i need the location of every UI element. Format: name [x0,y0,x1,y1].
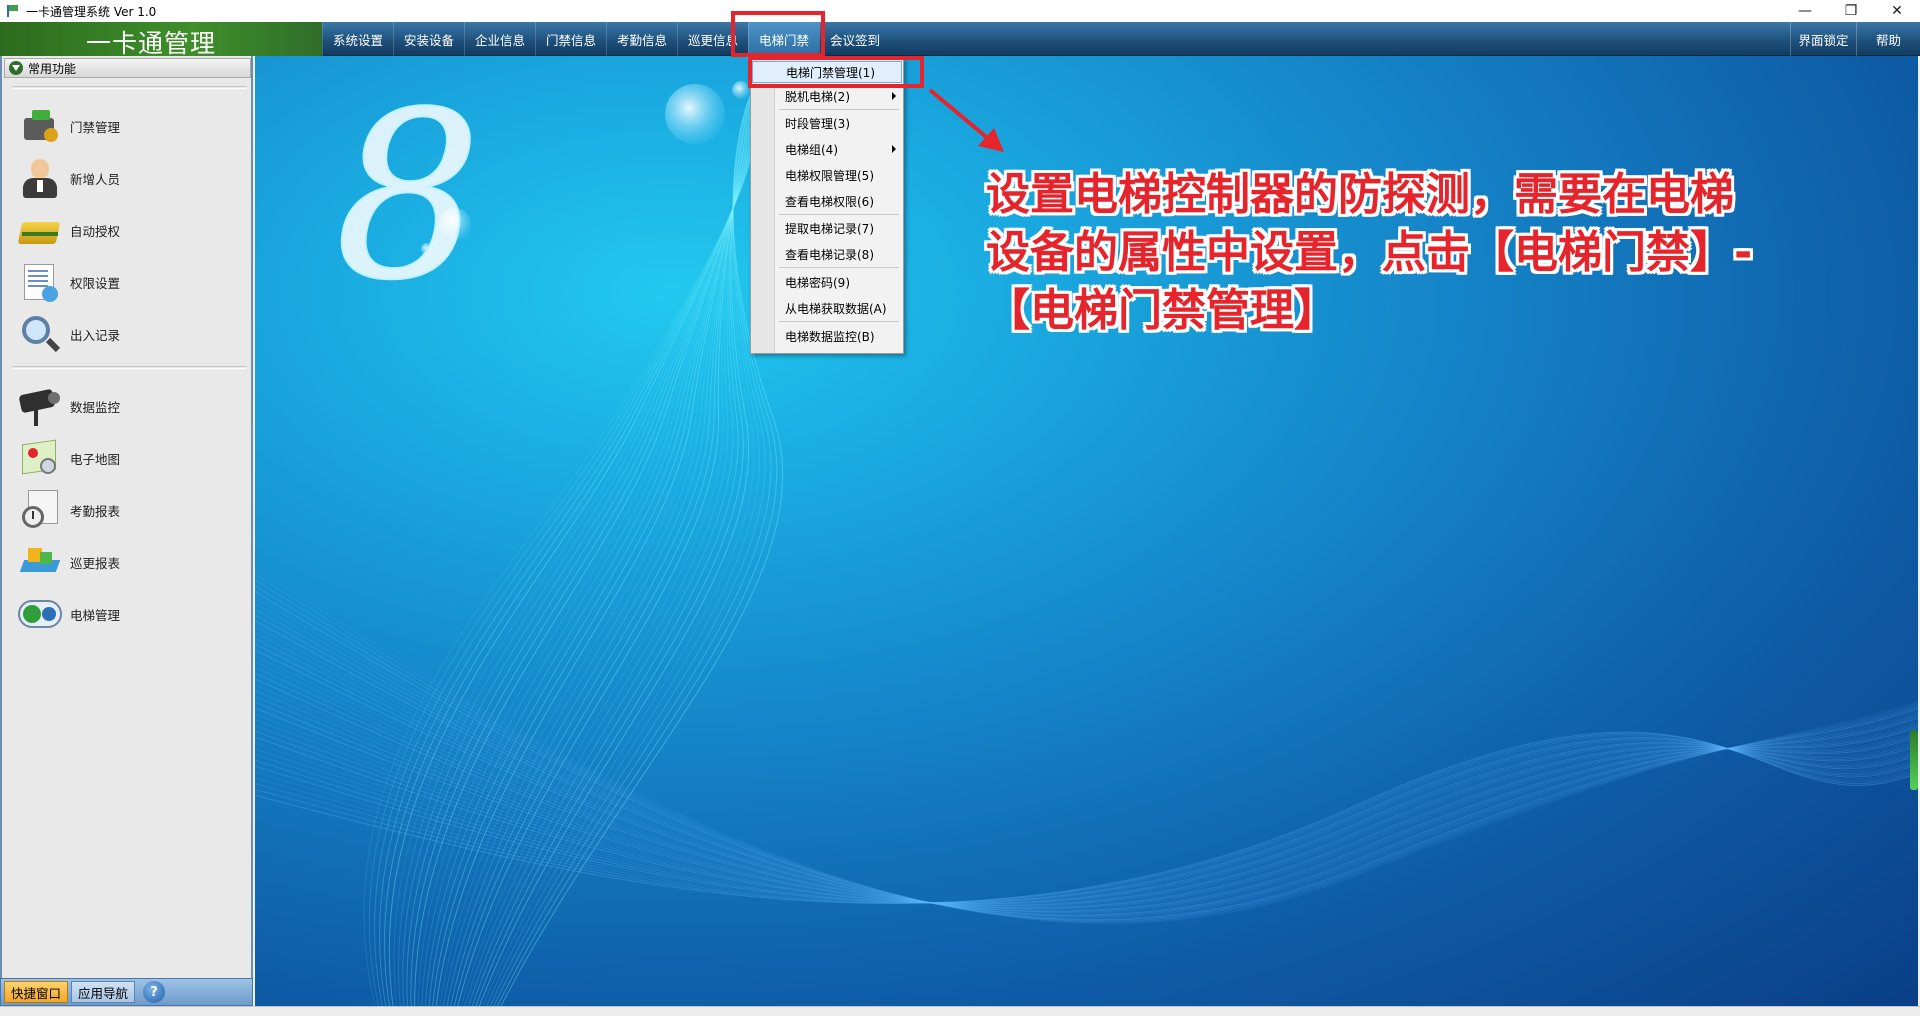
annotation-line: 设置电梯控制器的防探测，需要在电梯 [986,169,1734,220]
scroll-indicator [1910,730,1918,790]
annotation-line: 设备的属性中设置，点击【电梯门禁】- [986,227,1753,278]
annotation-line: 【电梯门禁管理】 [986,285,1338,336]
annotation-text: 设置电梯控制器的防探测，需要在电梯 设备的属性中设置，点击【电梯门禁】- 【电梯… [986,166,1876,340]
annotation-arrow [928,88,1004,152]
